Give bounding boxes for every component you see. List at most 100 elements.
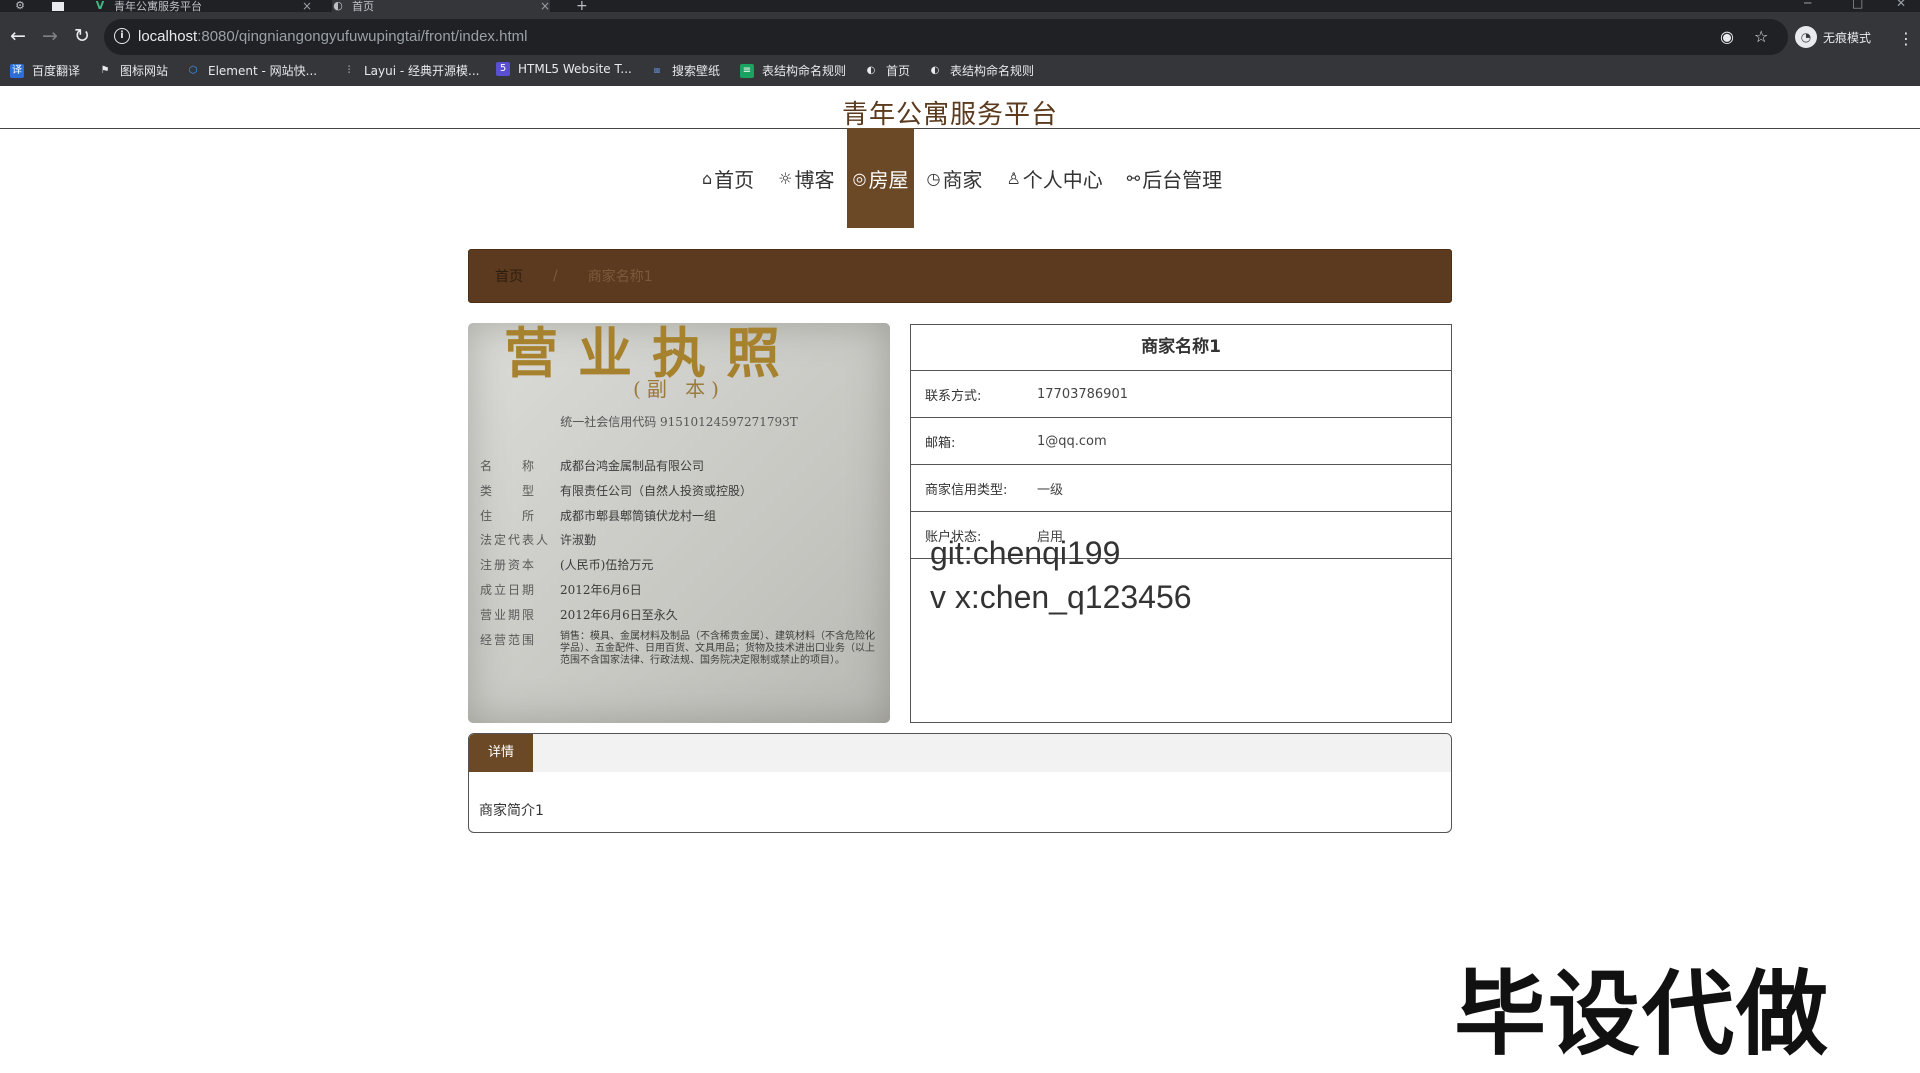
new-tab-button[interactable]: + [576,0,588,14]
wallpaper-icon: ⩏ [654,64,660,76]
license-row: 营业期限 2012年6月6日至永久 [480,606,678,623]
nav-item-admin[interactable]: ⚯ 后台管理 [1115,128,1234,228]
nav-item-profile[interactable]: ♙ 个人中心 [994,128,1114,228]
link-icon: ⚯ [1126,168,1141,188]
app-icon: ⚙ [15,0,25,12]
field-value: 17703786901 [1037,386,1128,402]
bookmark-item[interactable]: ⩏ 搜索壁纸 [650,62,720,79]
nav-label: 首页 [714,167,755,192]
sun-icon: ☼ [778,168,793,188]
business-license-image: 营业执照 (副 本) 统一社会信用代码 91510124597271793T 名… [468,323,890,723]
forward-arrow-icon[interactable]: → [38,24,62,48]
layui-icon: ⫶ [347,64,351,76]
url-path: :8080/qingniangongyufuwupingtai/front/in… [197,28,528,45]
nav-item-blog[interactable]: ☼ 博客 [766,128,846,228]
nav-label: 商家 [942,167,983,192]
clock-icon: ◷ [926,168,941,188]
bookmark-label: 表结构命名规则 [950,64,1035,78]
browser-tab-home[interactable]: ◐ 首页 × [332,0,550,13]
globe-icon: ◐ [930,64,940,76]
license-row: 法定代表人 许淑勤 [480,531,596,548]
target-icon: ◎ [852,168,867,188]
nav-item-house[interactable]: ◎ 房屋 [846,128,915,228]
nav-item-home[interactable]: ⌂ 首页 [690,128,766,228]
restore-icon[interactable]: □ [1852,0,1863,10]
incognito-icon: ◔ [1795,26,1817,48]
address-bar[interactable]: i localhost:8080/qingniangongyufuwupingt… [104,19,1788,55]
breadcrumb-home-link[interactable]: 首页 [495,266,523,286]
site-info-icon[interactable]: i [114,28,130,44]
bookmark-item[interactable]: ⬡ Element - 网站快... [186,62,317,79]
license-value: (人民币)伍拾万元 [560,558,654,572]
sheet-icon: ≡ [740,63,754,78]
back-arrow-icon[interactable]: ← [6,24,30,48]
bookmark-item[interactable]: 译百度翻译 [10,62,80,79]
bookmark-item[interactable]: ⫶ Layui - 经典开源模... [342,62,480,79]
field-label: 联系方式: [925,388,982,404]
home-icon: ⌂ [702,168,713,188]
merchant-field-row: 商家信用类型: 一级 [911,465,1451,512]
bookmark-item[interactable]: 5 HTML5 Website T... [496,62,632,76]
license-key: 经营范围 [480,633,537,647]
field-label: 邮箱: [925,435,956,451]
incognito-label: 无痕模式 [1823,30,1872,45]
url-host: localhost [138,28,198,45]
bookmark-label: Element - 网站快... [208,64,318,78]
field-label: 商家信用类型: [925,482,1008,498]
bookmark-label: 百度翻译 [32,64,81,78]
bookmark-label: Layui - 经典开源模... [364,64,480,78]
field-value: 1@qq.com [1037,433,1107,449]
main-nav: ⌂ 首页 ☼ 博客 ◎ 房屋 ◷ 商家 ♙ 个人中心 ⚯ 后台管理 [690,128,1234,228]
bookmark-label: 图标网站 [120,64,169,78]
web-page: 青年公寓服务平台 ⌂ 首页 ☼ 博客 ◎ 房屋 ◷ 商家 ♙ 个人中心 ⚯ 后台管理 首页 … [0,88,1920,1068]
reload-icon[interactable]: ↻ [70,24,94,48]
license-key: 住 所 [480,509,537,523]
license-row: 注册资本 (人民币)伍拾万元 [480,556,653,573]
merchant-field-row: 联系方式: 17703786901 [911,371,1451,418]
nav-item-merchant[interactable]: ◷ 商家 [914,128,994,228]
license-credit-code: 统一社会信用代码 91510124597271793T [560,415,798,429]
merchant-field-row: 邮箱: 1@qq.com [911,418,1451,465]
license-value: 成都市郫县郫筒镇伏龙村一组 [560,509,717,523]
license-row: 成立日期 2012年6月6日 [480,581,642,598]
bookmark-label: 首页 [886,64,911,78]
browser-tab-app[interactable]: ⚙ [14,0,34,12]
bookmark-item[interactable]: ≡ 表结构命名规则 [740,62,846,79]
browser-tab-platform[interactable]: V 青年公寓服务平台 × [94,0,312,13]
bookmark-label: 表结构命名规则 [762,64,847,78]
close-window-icon[interactable]: ✕ [1896,0,1906,10]
license-value: 许淑勤 [560,533,597,547]
user-icon: ♙ [1006,168,1021,188]
flag-icon: ⚑ [100,64,110,76]
nav-label: 个人中心 [1022,167,1103,192]
more-menu-icon[interactable]: ⋮ [1898,31,1914,47]
vue-icon: V [95,0,105,12]
browser-tab-strip: ⚙ V 青年公寓服务平台 × ◐ 首页 × + ─ □ ✕ [0,0,1920,14]
star-icon[interactable]: ☆ [1754,27,1768,46]
overlay-git-text: git:chenqi199 [930,535,1121,571]
breadcrumb: 首页 / 商家名称1 [468,249,1452,303]
license-value: 2012年6月6日 [560,583,642,597]
bookmark-item[interactable]: ◐ 表结构命名规则 [928,62,1034,79]
license-row: 类 型 有限责任公司（自然人投资或控股） [480,482,752,499]
license-value: 成都台鸿金属制品有限公司 [560,459,705,473]
nav-label: 房屋 [868,167,909,192]
eye-off-icon[interactable]: ◉ [1720,27,1734,46]
bookmark-item[interactable]: ⚑ 图标网站 [98,62,169,79]
nav-label: 博客 [794,167,835,192]
page-icon [52,1,64,11]
license-value: 有限责任公司（自然人投资或控股） [560,484,753,498]
bookmark-label: HTML5 Website T... [518,62,632,76]
url-text[interactable]: localhost:8080/qingniangongyufuwupingtai… [138,28,527,45]
site-title: 青年公寓服务平台 [841,100,1058,130]
minimize-icon[interactable]: ─ [1804,0,1811,10]
license-key: 成立日期 [480,583,537,597]
bookmarks-bar: 译百度翻译 ⚑ 图标网站 ⬡ Element - 网站快... ⫶ Layui - 经… [0,56,1920,86]
tab-detail[interactable]: 详情 [469,734,533,772]
globe-icon: ◐ [866,64,876,76]
license-row: 住 所 成都市郫县郫筒镇伏龙村一组 [480,507,716,524]
bookmark-item[interactable]: ◐ 首页 [864,62,910,79]
incognito-indicator[interactable]: ◔ 无痕模式 [1795,26,1871,48]
browser-tab-page[interactable] [52,0,72,12]
watermark-text: 毕设代做 [1454,961,1831,1068]
